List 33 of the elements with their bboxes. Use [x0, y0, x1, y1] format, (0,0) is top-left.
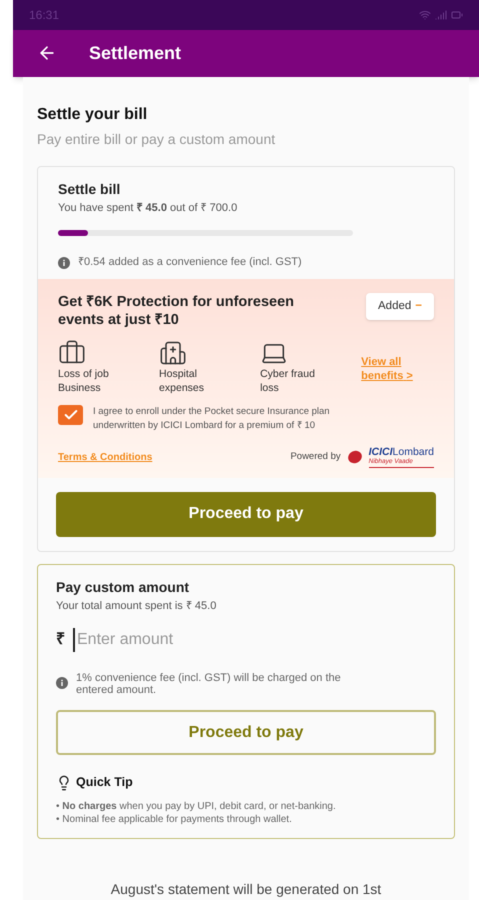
info-icon	[56, 677, 68, 690]
view-all-benefits-link[interactable]: View all benefits >	[361, 354, 434, 383]
brand-name: ICICILombard	[368, 446, 434, 457]
proceed-to-pay-button[interactable]: Proceed to pay	[56, 710, 436, 756]
currency-symbol: ₹	[56, 630, 65, 650]
info-icon	[58, 256, 70, 268]
custom-subtitle: Your total amount spent is ₹ 45.0	[56, 598, 218, 614]
section-subtitle: Pay entire bill or pay a custom amount	[37, 130, 276, 149]
fee-note: 1% convenience fee (incl. GST) will be charged on the entered amount.	[76, 672, 342, 696]
section-title: Settle your bill	[37, 104, 148, 125]
agree-checkbox[interactable]	[58, 404, 83, 425]
proceed-to-pay-button[interactable]: Proceed to pay	[56, 492, 436, 537]
benefit-label: Loss of job Business	[58, 366, 110, 395]
signal-icon	[435, 8, 447, 21]
tip-title: Quick Tip	[76, 774, 133, 792]
spent-text: You have spent ₹ 45.0 out of ₹ 700.0	[58, 200, 238, 216]
benefit-label: Cyber fraud loss	[260, 366, 316, 395]
card-title: Settle bill	[58, 180, 122, 199]
card-title: Pay custom amount	[56, 578, 190, 597]
powered-by-text: Powered by	[290, 450, 341, 464]
protection-title: Get ₹6K Protection for unforeseen events at just ₹10	[58, 292, 296, 329]
hospital-icon	[159, 338, 188, 367]
fee-note: ₹0.54 added as a convenience fee (incl. GST)	[78, 255, 302, 270]
benefit-label: Hospital expenses	[159, 366, 205, 395]
tip-text: • No charges when you pay by UPI, debit card, or net-banking.	[56, 800, 337, 813]
statement-note: August's statement will be generated on 1st	[110, 880, 382, 899]
added-button[interactable]: Added −	[366, 292, 434, 320]
terms-link[interactable]: Terms & Conditions	[58, 450, 152, 465]
agree-text: I agree to enroll under the Pocket secure Insurance plan underwritten by ICICI Lombard for a premium of ₹ 10	[93, 404, 331, 433]
screen-title: Settlement	[89, 42, 182, 65]
tip-text: • Nominal fee applicable for payments through wallet.	[56, 813, 293, 826]
battery-icon	[451, 8, 463, 21]
amount-field[interactable]: Enter amount	[73, 628, 373, 652]
